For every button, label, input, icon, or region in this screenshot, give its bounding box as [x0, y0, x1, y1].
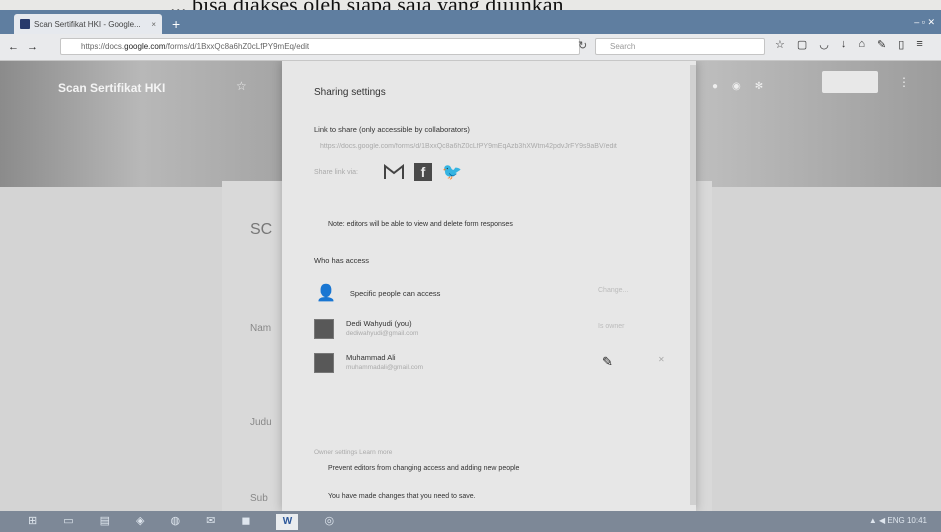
browser-tab-bar: Scan Sertifikat HKI - Google... × + ‒ ▫ … — [0, 10, 941, 34]
link-label: Link to share (only accessible by collab… — [314, 125, 470, 134]
close-tab-icon[interactable]: × — [151, 20, 156, 29]
collaborator-email: dediwahyudi@gmail.com — [346, 330, 419, 337]
pocket-icon[interactable]: ◡ — [819, 38, 829, 51]
who-has-access-heading: Who has access — [314, 256, 370, 265]
form-tool-icons: ● ◉ ✻ — [712, 81, 763, 92]
share-link-field[interactable]: https://docs.google.com/forms/d/1BxxQc8a… — [320, 143, 675, 150]
back-icon[interactable]: ← — [8, 41, 19, 53]
download-icon[interactable]: ↓ — [841, 38, 847, 51]
start-icon[interactable]: ⊞ — [28, 514, 37, 530]
form-header-title: Scan Sertifikat HKI — [58, 81, 166, 95]
window-controls[interactable]: ‒ ▫ ✕ — [914, 17, 935, 28]
taskbar-icons: ⊞ ▭ ▤ ◈ ◍ ✉ ◼ W ◎ — [28, 514, 334, 530]
reading-list-icon[interactable]: ▢ — [797, 38, 807, 51]
file-explorer-icon[interactable]: ▤ — [100, 514, 110, 530]
share-via-label: Share link via: — [314, 169, 358, 176]
settings-gear-icon[interactable]: ✻ — [755, 81, 763, 92]
share-icons: f 🐦 — [384, 162, 462, 182]
dialog-title: Sharing settings — [314, 87, 386, 98]
mail-icon[interactable]: ✉ — [206, 514, 215, 530]
facebook-icon[interactable]: f — [414, 163, 432, 181]
gmail-icon[interactable] — [384, 164, 404, 180]
chrome-icon[interactable]: ◎ — [324, 514, 334, 530]
forward-icon[interactable]: → — [27, 41, 38, 53]
remove-collaborator-icon[interactable]: ✕ — [658, 355, 665, 364]
word-icon[interactable]: W — [276, 514, 299, 530]
form-field-name-label: Nam — [250, 323, 272, 334]
browser-tab[interactable]: Scan Sertifikat HKI - Google... × — [14, 14, 162, 34]
avatar — [314, 353, 334, 373]
home-icon[interactable]: ⌂ — [858, 38, 865, 51]
person-icon: 👤 — [316, 285, 336, 302]
collaborator-row: Dedi Wahyudi (you) dediwahyudi@gmail.com — [314, 319, 418, 339]
tab-title: Scan Sertifikat HKI - Google... — [34, 19, 141, 29]
sharing-settings-dialog: Sharing settings Link to share (only acc… — [282, 61, 696, 511]
reload-icon[interactable]: ↻ — [578, 39, 587, 52]
access-level-row: 👤 Specific people can access — [316, 283, 440, 303]
forms-favicon — [20, 19, 30, 29]
star-icon[interactable]: ☆ — [236, 79, 247, 93]
address-bar[interactable]: https://docs. google.com /forms/d/1BxxQc… — [60, 38, 580, 55]
owner-settings-label[interactable]: Owner settings Learn more — [314, 449, 392, 456]
edit-permission-icon[interactable]: ✎ — [602, 354, 613, 370]
collaborator-name: Muhammad Ali — [346, 353, 396, 362]
store-icon[interactable]: ◈ — [136, 514, 144, 530]
unsaved-changes-message: You have made changes that you need to s… — [328, 493, 476, 500]
more-options-icon[interactable]: ⋮ — [898, 75, 910, 89]
send-button[interactable] — [822, 71, 878, 93]
form-field-title-label: Judu — [250, 417, 272, 428]
url-path: /forms/d/1BxxQc8a6hZ0cLfPY9mEq/edit — [165, 42, 310, 51]
task-view-icon[interactable]: ▭ — [63, 514, 73, 530]
owner-role-label: Is owner — [598, 323, 625, 330]
sidebar-icon[interactable]: ▯ — [898, 38, 904, 51]
browser-icon[interactable]: ◍ — [171, 514, 181, 530]
access-level-text: Specific people can access — [349, 288, 441, 298]
collaborator-row: Muhammad Ali muhammadali@gmail.com — [314, 353, 423, 373]
prevent-editors-option[interactable]: Prevent editors from changing access and… — [328, 465, 519, 472]
twitter-icon[interactable]: 🐦 — [442, 162, 462, 182]
toolbar-icons: ☆ ▢ ◡ ↓ ⌂ ✎ ▯ ≡ — [775, 38, 923, 51]
windows-taskbar: ⊞ ▭ ▤ ◈ ◍ ✉ ◼ W ◎ ▲ ◀ ENG 10:41 — [0, 511, 941, 532]
browser-nav-bar: ← → https://docs. google.com /forms/d/1B… — [0, 34, 941, 61]
avatar — [314, 319, 334, 339]
palette-icon[interactable]: ● — [712, 81, 718, 92]
url-prefix: https://docs. — [81, 42, 125, 51]
url-domain: google.com — [124, 42, 166, 51]
preview-icon[interactable]: ◉ — [732, 81, 741, 92]
collaborator-email: muhammadali@gmail.com — [346, 364, 424, 371]
form-title-partial: SC — [250, 221, 273, 238]
page-content: Scan Sertifikat HKI ☆ ● ◉ ✻ ⋮ SC Nam Jud… — [0, 61, 941, 511]
bookmark-star-icon[interactable]: ☆ — [775, 38, 785, 51]
dialog-scrollbar[interactable] — [690, 65, 696, 505]
menu-icon[interactable]: ≡ — [916, 38, 922, 51]
app-icon[interactable]: ◼ — [241, 514, 250, 530]
form-field-sub-label: Sub — [250, 493, 268, 504]
new-tab-button[interactable]: + — [172, 16, 180, 32]
collaborator-name: Dedi Wahyudi (you) — [346, 319, 412, 328]
editors-note: Note: editors will be able to view and d… — [328, 221, 513, 228]
change-access-link[interactable]: Change... — [598, 287, 628, 294]
search-input[interactable]: Search — [595, 38, 765, 55]
extension-icon[interactable]: ✎ — [877, 38, 886, 51]
system-tray[interactable]: ▲ ◀ ENG 10:41 — [869, 516, 927, 525]
